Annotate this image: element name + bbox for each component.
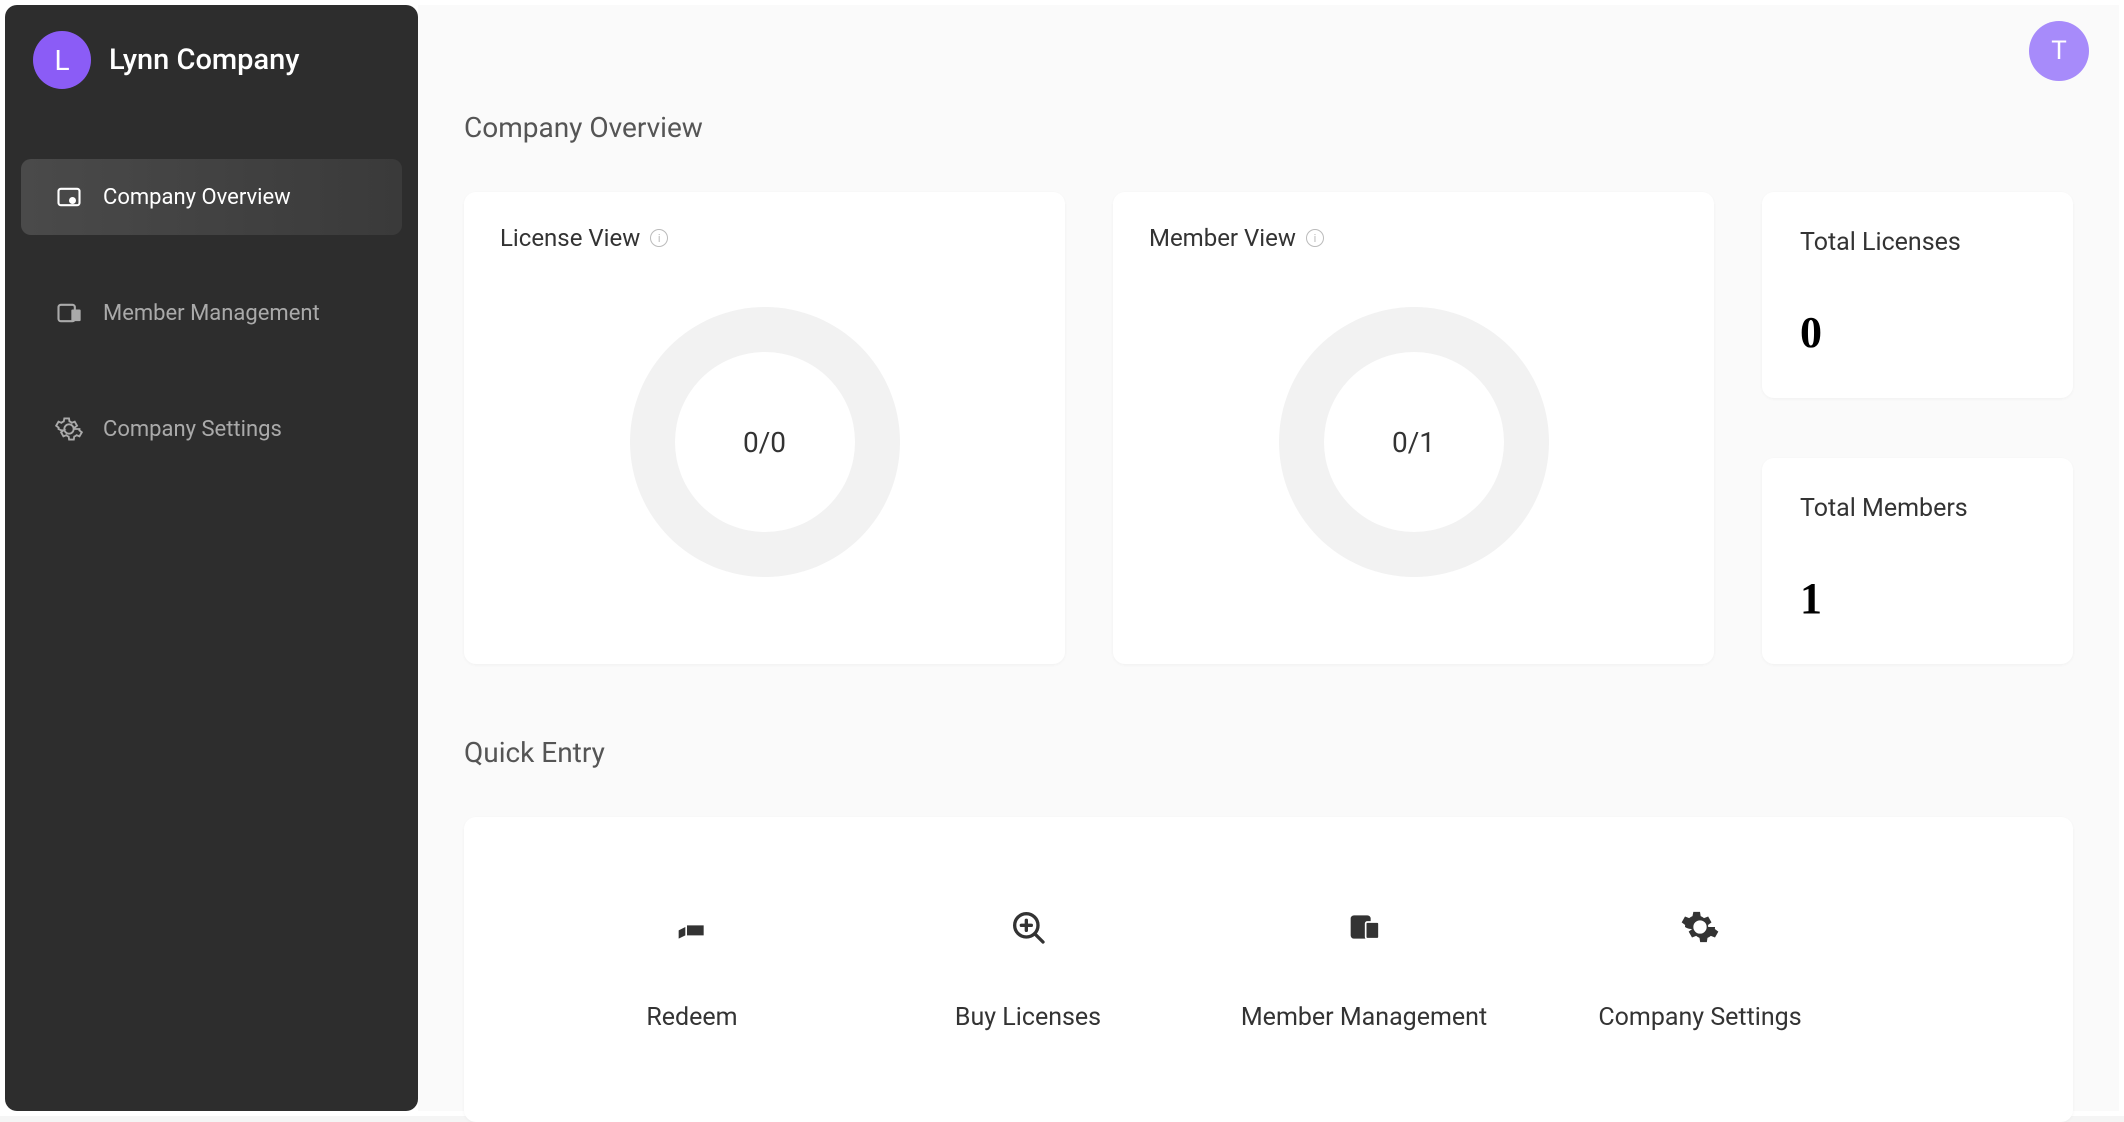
company-avatar-letter: L (54, 44, 69, 77)
quick-company-settings[interactable]: Company Settings (1532, 907, 1868, 1032)
company-header: L Lynn Company (21, 31, 402, 89)
sidebar-item-member-management[interactable]: Member Management (21, 275, 402, 351)
sidebar-item-label: Company Settings (103, 417, 282, 442)
stat-title: Total Licenses (1800, 228, 2035, 257)
section-title: Quick Entry (464, 736, 2073, 769)
members-icon (1344, 907, 1384, 947)
gear-icon (55, 415, 83, 443)
total-licenses-card: Total Licenses 0 (1762, 192, 2073, 398)
user-avatar-letter: T (2051, 36, 2067, 66)
donut-value: 0/1 (1392, 426, 1435, 459)
total-members-card: Total Members 1 (1762, 458, 2073, 664)
quick-label: Company Settings (1598, 1003, 1801, 1032)
buy-icon (1008, 907, 1048, 947)
quick-entry-card: Redeem Buy Licenses Member Management Co… (464, 817, 2073, 1122)
member-view-card: Member View i 0/1 (1113, 192, 1714, 664)
sidebar-item-label: Member Management (103, 301, 320, 326)
quick-redeem[interactable]: Redeem (524, 907, 860, 1032)
license-view-card: License View i 0/0 (464, 192, 1065, 664)
company-avatar: L (33, 31, 91, 89)
main: T Company Overview License View i 0/0 Me… (418, 5, 2119, 1111)
user-avatar[interactable]: T (2029, 21, 2089, 81)
info-icon[interactable]: i (1306, 229, 1324, 247)
member-donut-chart: 0/1 (1279, 307, 1549, 577)
members-icon (55, 299, 83, 327)
sidebar-item-company-settings[interactable]: Company Settings (21, 391, 402, 467)
license-donut-chart: 0/0 (630, 307, 900, 577)
sidebar: L Lynn Company Company Overview Member M… (5, 5, 418, 1111)
sidebar-item-label: Company Overview (103, 185, 291, 210)
stat-value: 1 (1800, 573, 2035, 624)
info-icon[interactable]: i (650, 229, 668, 247)
quick-buy-licenses[interactable]: Buy Licenses (860, 907, 1196, 1032)
quick-label: Member Management (1241, 1003, 1487, 1032)
card-title: Member View (1149, 224, 1296, 252)
stat-value: 0 (1800, 307, 2035, 358)
quick-member-management[interactable]: Member Management (1196, 907, 1532, 1032)
page-title: Company Overview (464, 111, 2073, 144)
stat-title: Total Members (1800, 494, 2035, 523)
company-name: Lynn Company (109, 43, 299, 77)
card-title: License View (500, 224, 640, 252)
quick-label: Buy Licenses (955, 1003, 1101, 1032)
quick-label: Redeem (646, 1003, 737, 1032)
gear-icon (1680, 907, 1720, 947)
donut-value: 0/0 (743, 426, 786, 459)
dashboard-icon (55, 183, 83, 211)
overview-cards: License View i 0/0 Member View i 0/1 (464, 192, 2073, 664)
sidebar-item-company-overview[interactable]: Company Overview (21, 159, 402, 235)
redeem-icon (672, 907, 712, 947)
